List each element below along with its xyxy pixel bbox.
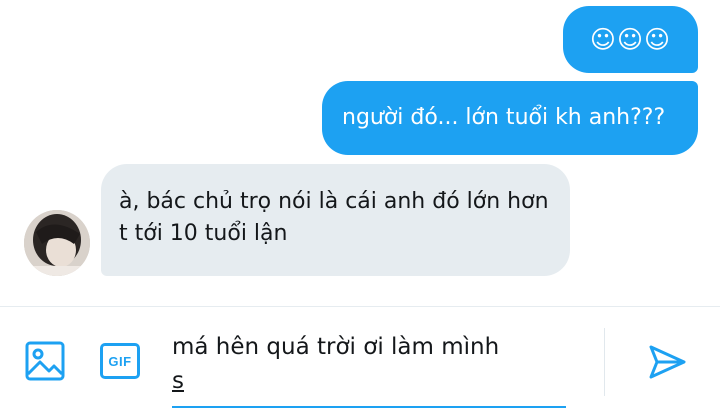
message-text: à, bác chủ trọ nói là cái anh đó lớn hơn… [119,189,549,246]
avatar-photo [24,210,90,276]
composer-divider [0,306,720,307]
gif-icon: GIF [100,343,140,379]
send-separator [604,328,605,396]
input-focus-underline [172,406,566,408]
message-incoming[interactable]: à, bác chủ trọ nói là cái anh đó lớn hơn… [101,164,570,276]
add-photo-button[interactable] [24,340,66,382]
add-gif-button[interactable]: GIF [99,340,141,382]
message-outgoing[interactable]: người đó... lớn tuổi kh anh??? [322,81,698,155]
message-text: người đó... lớn tuổi kh anh??? [342,105,666,130]
message-text: ☺☺☺ [589,24,672,54]
send-button[interactable] [645,340,689,384]
image-icon [25,341,65,381]
message-outgoing-emoji[interactable]: ☺☺☺ [563,6,698,73]
message-input-text: má hên quá trời ơi làm mình s [172,330,566,398]
input-line-1: má hên quá trời ơi làm mình [172,334,500,360]
gif-label: GIF [108,353,132,369]
input-line-2: s [172,368,184,394]
send-icon [649,345,686,379]
avatar[interactable] [24,210,90,276]
message-input[interactable]: má hên quá trời ơi làm mình s [172,330,566,408]
